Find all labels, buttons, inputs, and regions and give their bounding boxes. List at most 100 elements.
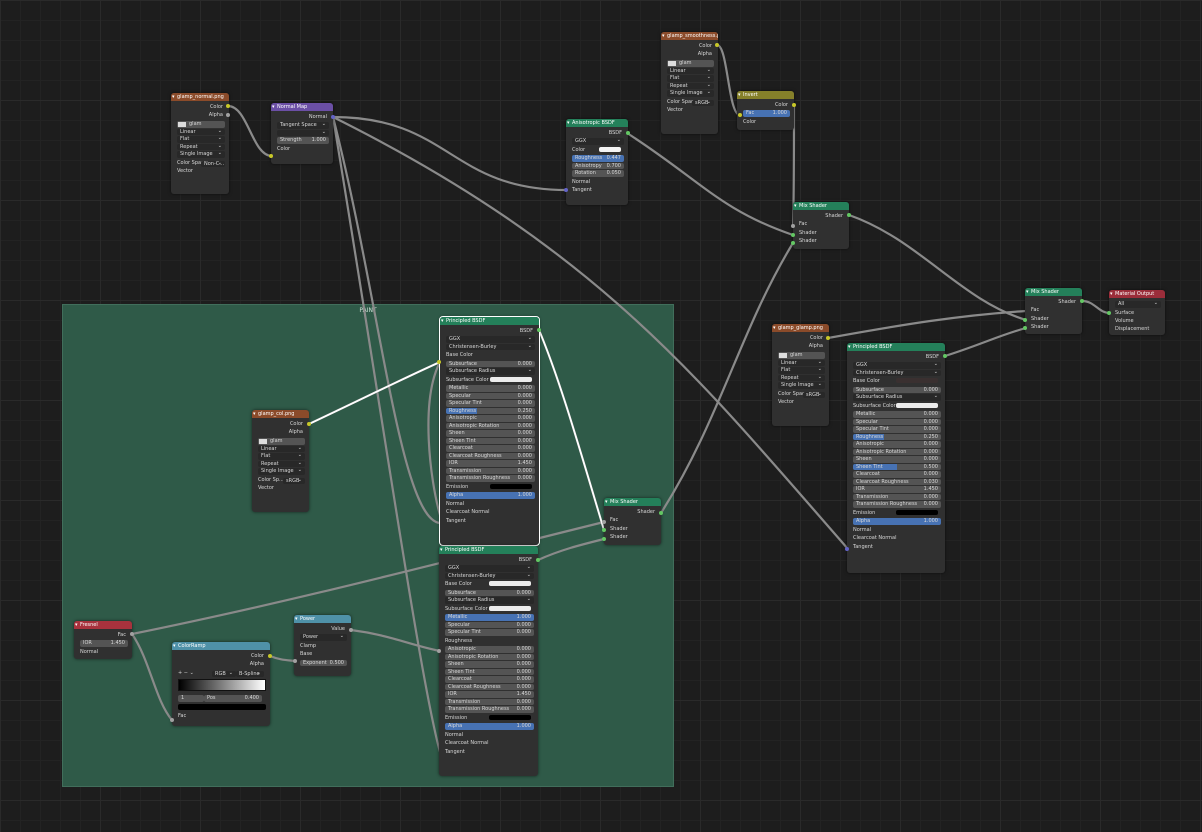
input-base-color[interactable]: Base Color	[445, 580, 534, 588]
sheen-tint-field[interactable]: Sheen Tint 0.000	[446, 437, 535, 445]
anisotropy-field[interactable]: Anisotropy 0.700	[572, 162, 624, 170]
socket[interactable]	[602, 528, 606, 532]
exponent-field[interactable]: Exponent 0.500	[300, 659, 347, 667]
emission-swatch[interactable]	[489, 714, 531, 720]
socket[interactable]	[602, 520, 606, 524]
image-selector[interactable]: glam	[258, 437, 305, 445]
node-header[interactable]: Principled BSDF	[439, 546, 538, 554]
sheen-field[interactable]: Sheen 0.000	[445, 661, 534, 668]
anisotropic-bsdf-node[interactable]: Anisotropic BSDF BSDF GGX Color Roughnes…	[566, 119, 628, 205]
stop-color-swatch[interactable]	[178, 703, 266, 710]
strength-field[interactable]: Strength 1.000	[277, 137, 329, 144]
socket[interactable]	[226, 113, 230, 117]
principled-bsdf-node-right[interactable]: Principled BSDF BSDF GGX Christensen-Bur…	[847, 343, 945, 573]
specular-tint-field[interactable]: Specular Tint 0.000	[853, 426, 941, 433]
specular-field[interactable]: Specular 0.000	[445, 621, 534, 629]
subsurface-radius-select[interactable]: Subsurface Radius	[445, 596, 534, 604]
input-emission[interactable]: Emission	[445, 714, 534, 722]
node-header[interactable]: Anisotropic BSDF	[566, 119, 628, 127]
sheen-field[interactable]: Sheen 0.000	[853, 456, 941, 463]
node-editor-canvas[interactable]: PAINT ▾ glamp_normal.png Color Alpha gla…	[0, 0, 1202, 832]
sheen-tint-field[interactable]: Sheen Tint 0.500	[853, 463, 941, 471]
node-header[interactable]: Principled BSDF	[440, 317, 539, 325]
socket[interactable]	[226, 104, 230, 108]
roughness-field[interactable]: Roughness 0.250	[853, 433, 941, 441]
node-header[interactable]: Fresnel	[74, 621, 132, 629]
ior-field[interactable]: IOR 1.450	[446, 460, 535, 467]
fresnel-node[interactable]: Fresnel Fac IOR1.450 Normal	[74, 621, 132, 659]
operation-select[interactable]: Power	[300, 634, 347, 641]
mix-shader-node-paint[interactable]: Mix Shader Shader Fac Shader Shader	[604, 498, 661, 545]
ior-field[interactable]: IOR 1.450	[445, 691, 534, 698]
socket[interactable]	[268, 654, 272, 658]
alpha-field[interactable]: Alpha 1.000	[446, 492, 535, 499]
stop-position-field[interactable]: Pos 0.400	[204, 695, 262, 702]
rotation-field[interactable]: Rotation 0.050	[572, 170, 624, 177]
subsurface-method-select[interactable]: Christensen-Burley	[853, 369, 941, 377]
socket[interactable]	[826, 336, 830, 340]
socket[interactable]	[1023, 318, 1027, 322]
distribution-select[interactable]: GGX	[445, 565, 534, 572]
subsurface-method-select[interactable]: Christensen-Burley	[445, 572, 534, 580]
power-math-node[interactable]: Power Value Power Clamp Base Exponent0.5…	[294, 615, 351, 676]
ior-field[interactable]: IOR 1.450	[80, 640, 128, 647]
node-header[interactable]: glamp_col.png	[252, 410, 309, 418]
clearcoat-roughness-field[interactable]: Clearcoat Roughness 0.030	[853, 478, 941, 486]
source-select[interactable]: Single Image	[778, 381, 825, 389]
emission-swatch[interactable]	[896, 509, 938, 515]
socket[interactable]	[349, 628, 353, 632]
image-selector[interactable]: glam	[778, 351, 825, 359]
color-space-row[interactable]: Color Sp... sRGB	[258, 476, 305, 485]
image-texture-node-col[interactable]: glamp_col.png Color Alpha glam Linear Fl…	[252, 410, 309, 512]
alpha-field[interactable]: Alpha 1.000	[853, 518, 941, 525]
color-swatch[interactable]	[599, 146, 621, 152]
specular-field[interactable]: Specular 0.000	[446, 392, 535, 400]
anisotropic-field[interactable]: Anisotropic 0.000	[853, 441, 941, 448]
anisotropic-rotation-field[interactable]: Anisotropic Rotation 0.000	[446, 422, 535, 430]
node-header[interactable]: Mix Shader	[604, 498, 661, 506]
interpolation-select[interactable]: B-Spline	[236, 670, 264, 678]
input-emission[interactable]: Emission	[853, 509, 941, 517]
anisotropic-rotation-field[interactable]: Anisotropic Rotation 0.000	[445, 653, 534, 661]
socket[interactable]	[791, 224, 795, 228]
image-selector[interactable]: glam	[177, 120, 225, 128]
image-texture-node-normal[interactable]: glamp_normal.png Color Alpha glam Linear…	[171, 93, 229, 194]
socket[interactable]	[130, 632, 134, 636]
node-header[interactable]: Mix Shader	[793, 202, 849, 210]
ramp-controls[interactable]: + − ⌄ RGB B-Spline	[178, 669, 266, 678]
socket[interactable]	[715, 43, 719, 47]
socket[interactable]	[269, 154, 273, 158]
ior-field[interactable]: IOR 1.450	[853, 486, 941, 493]
fac-field[interactable]: Fac 1.000	[743, 110, 790, 117]
color-ramp-gradient[interactable]	[178, 679, 266, 692]
socket[interactable]	[1107, 311, 1111, 315]
socket[interactable]	[791, 233, 795, 237]
subsurface-color-swatch[interactable]	[489, 605, 531, 611]
socket[interactable]	[738, 113, 742, 117]
subsurface-field[interactable]: Subsurface 0.000	[445, 589, 534, 597]
anisotropic-field[interactable]: Anisotropic 0.000	[445, 646, 534, 653]
node-header[interactable]: Power	[294, 615, 351, 623]
normal-map-node[interactable]: Normal Map Normal Tangent Space Strength…	[271, 103, 333, 164]
input-base-color[interactable]: Base Color	[853, 377, 941, 385]
metallic-field[interactable]: Metallic 0.000	[446, 385, 535, 392]
target-select[interactable]: All	[1115, 300, 1161, 308]
socket[interactable]	[791, 241, 795, 245]
input-color[interactable]: Color	[572, 146, 624, 154]
socket[interactable]	[437, 360, 441, 364]
node-header[interactable]: glamp_glamp.png	[772, 324, 829, 332]
specular-field[interactable]: Specular 0.000	[853, 418, 941, 426]
socket[interactable]	[659, 511, 663, 515]
distribution-select[interactable]: GGX	[853, 362, 941, 369]
socket[interactable]	[847, 213, 851, 217]
specular-tint-field[interactable]: Specular Tint 0.000	[445, 629, 534, 636]
socket[interactable]	[602, 537, 606, 541]
socket[interactable]	[170, 718, 174, 722]
socket[interactable]	[293, 659, 297, 663]
add-stop-icon[interactable]: +	[178, 670, 182, 676]
socket[interactable]	[792, 103, 796, 107]
anisotropic-field[interactable]: Anisotropic 0.000	[446, 415, 535, 422]
mix-shader-node-final[interactable]: Mix Shader Shader Fac Shader Shader	[1025, 288, 1082, 334]
input-emission[interactable]: Emission	[446, 483, 535, 491]
socket[interactable]	[845, 547, 849, 551]
